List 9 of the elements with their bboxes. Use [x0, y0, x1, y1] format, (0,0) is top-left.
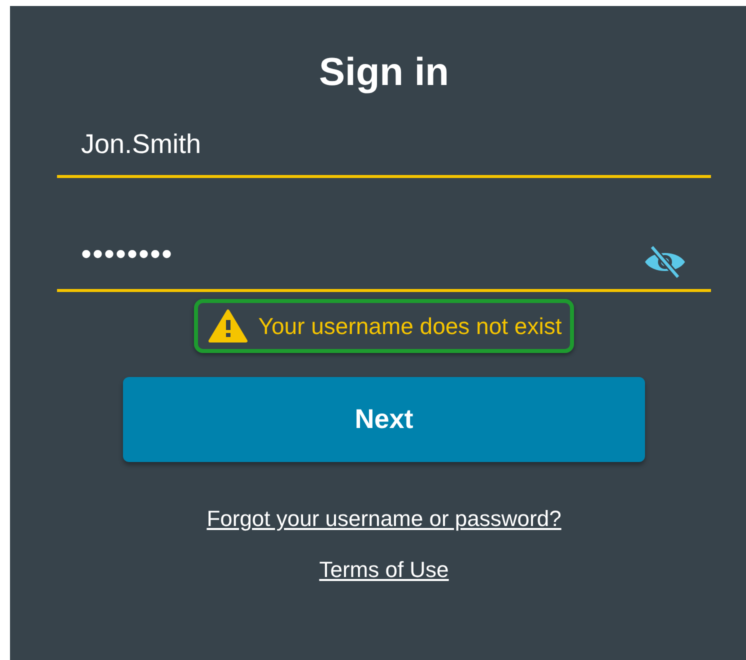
text-link[interactable]: Forgot your username or password?	[206, 506, 562, 532]
warning-icon	[208, 309, 248, 343]
eye-slash-icon[interactable]	[643, 244, 687, 278]
error-message: Your username does not exist	[258, 312, 562, 340]
username-field[interactable]: Jon.Smith	[57, 114, 711, 178]
text-link[interactable]: Terms of Use	[319, 557, 449, 583]
password-field[interactable]: ••••••••	[57, 226, 711, 292]
next-button[interactable]: Next	[123, 377, 645, 462]
sign-in-title: Sign in	[319, 50, 449, 96]
